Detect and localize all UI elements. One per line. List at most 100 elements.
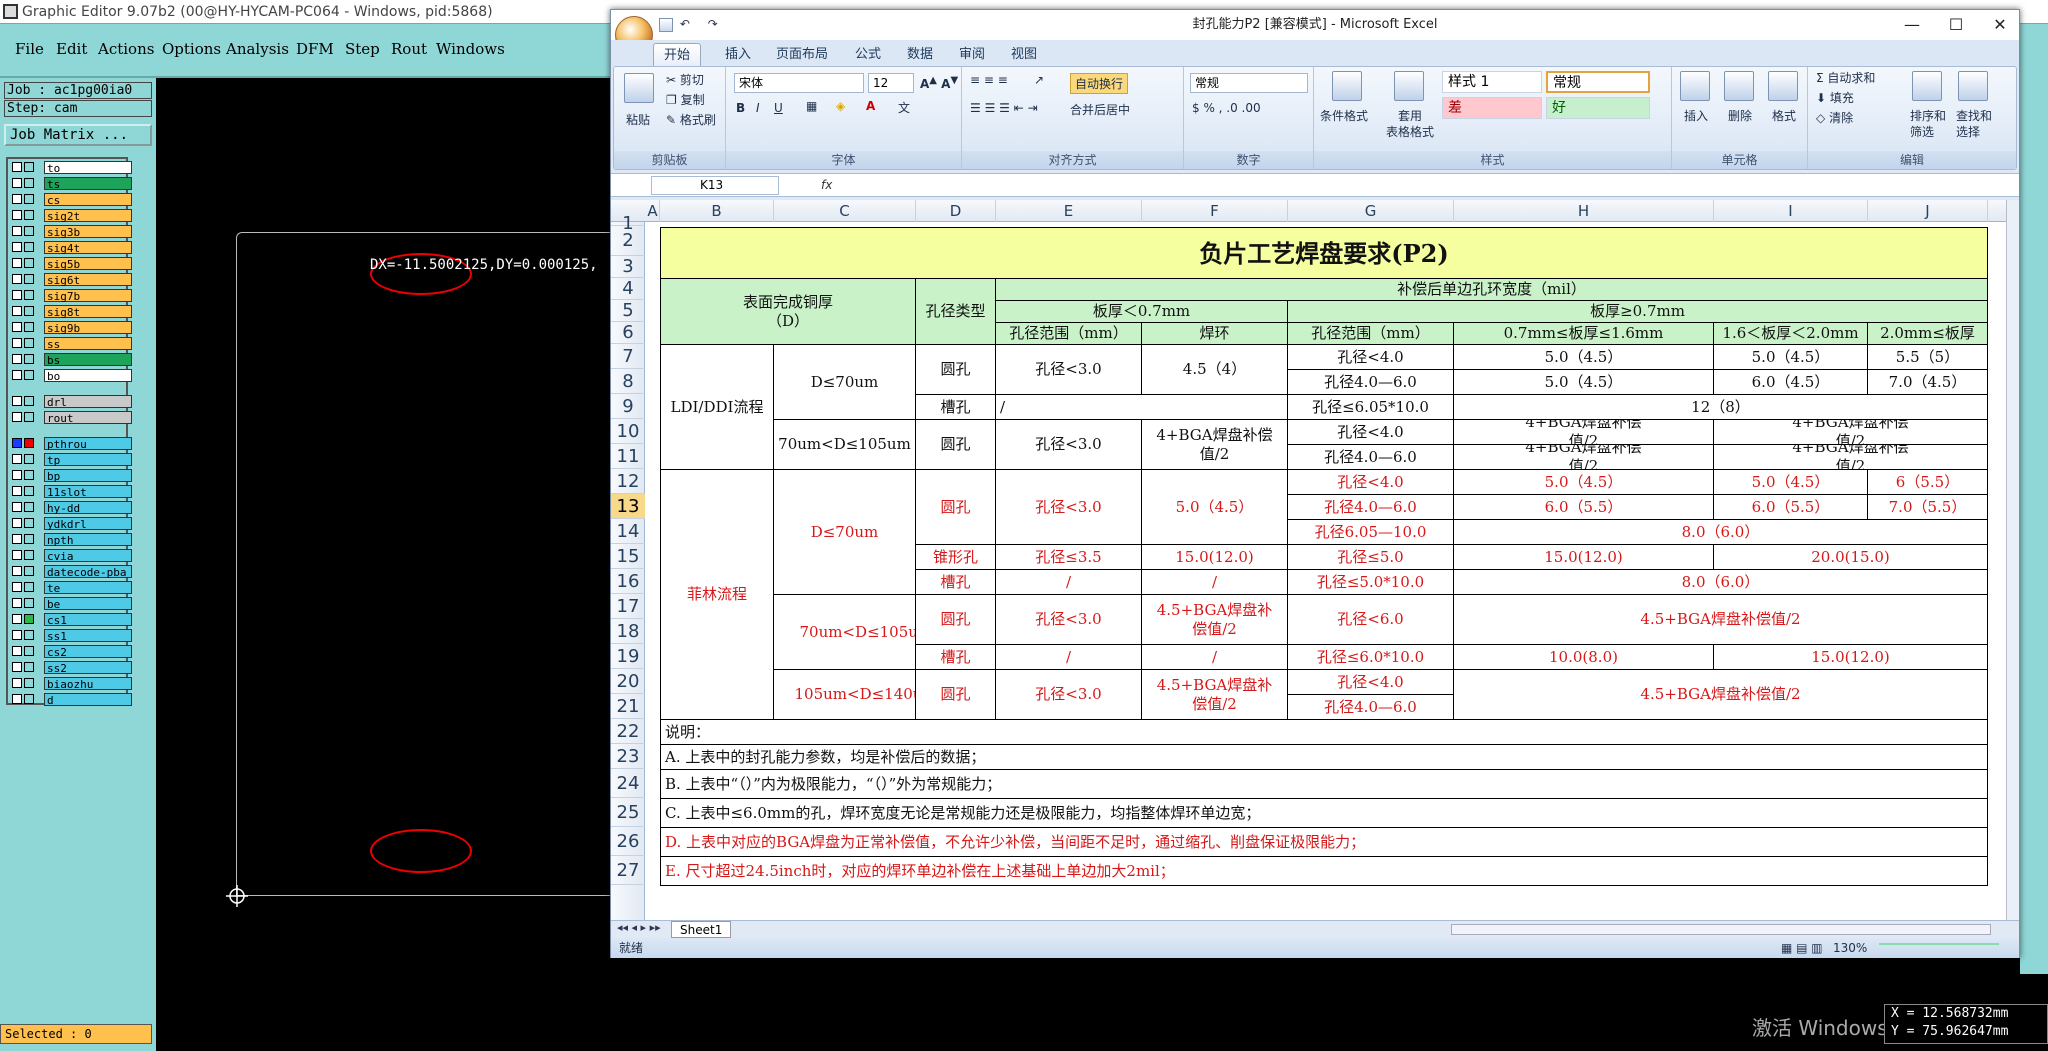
cell-r-bga-wide[interactable]: 4.5+BGA焊盘补偿值/2	[1454, 595, 1988, 645]
cell-r-lt30[interactable]: 孔径<3.0	[996, 595, 1142, 645]
layer-checkbox[interactable]	[12, 662, 22, 672]
row-header-19[interactable]: 19	[611, 644, 645, 669]
layer-checkbox[interactable]	[12, 290, 22, 300]
layer-row-ss1[interactable]: ss1	[10, 629, 132, 643]
cell-r-150b[interactable]: 15.0(12.0)	[1454, 545, 1714, 570]
cell-h-ge[interactable]: 板厚≥0.7mm	[1288, 301, 1988, 323]
row-header-25[interactable]: 25	[611, 798, 645, 827]
row-header-14[interactable]: 14	[611, 519, 645, 544]
layer-checkbox[interactable]	[12, 258, 22, 268]
cell-r-s60[interactable]: 孔径≤6.0*10.0	[1288, 645, 1454, 670]
layer-checkbox[interactable]	[12, 226, 22, 236]
style-1-cell[interactable]: 样式 1	[1442, 71, 1542, 93]
row-header-24[interactable]: 24	[611, 769, 645, 798]
delete-cells-icon[interactable]	[1724, 71, 1754, 101]
layer-name[interactable]: hy-dd	[44, 501, 132, 515]
cell-r-slot[interactable]: 槽孔	[916, 570, 996, 595]
layer-row-ss2[interactable]: ss2	[10, 661, 132, 675]
layer-checkbox[interactable]	[12, 566, 22, 576]
cell-slash[interactable]: /	[996, 395, 1288, 420]
row-header-7[interactable]: 7	[611, 344, 645, 369]
layer-checkbox[interactable]	[12, 518, 22, 528]
column-header-G[interactable]: G	[1288, 200, 1454, 222]
sheet-tab-sheet1[interactable]: Sheet1	[671, 921, 732, 938]
layer-row-sig9b[interactable]: sig9b	[10, 321, 132, 335]
find-select-label-2[interactable]: 选择	[1956, 123, 1980, 140]
cell-note-h[interactable]: 说明：	[660, 720, 1988, 745]
cell-v50[interactable]: 5.0（4.5）	[1714, 345, 1868, 370]
format-painter-button[interactable]: ✎ 格式刷	[666, 111, 716, 128]
layer-row-npth[interactable]: npth	[10, 533, 132, 547]
layer-name[interactable]: tp	[44, 453, 132, 467]
layer-row-sig2t[interactable]: sig2t	[10, 209, 132, 223]
layer-row-11slot[interactable]: 11slot	[10, 485, 132, 499]
row-header-9[interactable]: 9	[611, 394, 645, 419]
menu-options[interactable]: Options	[162, 40, 221, 58]
cell-slash[interactable]: /	[996, 645, 1142, 670]
column-header-C[interactable]: C	[774, 200, 916, 222]
menu-edit[interactable]: Edit	[56, 40, 87, 58]
cell-r-round[interactable]: 圆孔	[916, 670, 996, 720]
layer-checkbox[interactable]	[12, 486, 22, 496]
layer-name[interactable]: cs	[44, 193, 132, 207]
close-button[interactable]: ✕	[1985, 14, 2015, 36]
row-header-22[interactable]: 22	[611, 719, 645, 744]
cell-slash[interactable]: /	[1142, 570, 1288, 595]
cell-r-slot[interactable]: 槽孔	[916, 645, 996, 670]
cell-s605[interactable]: 孔径≤6.05*10.0	[1288, 395, 1454, 420]
layer-row-sig6t[interactable]: sig6t	[10, 273, 132, 287]
layer-row-hy-dd[interactable]: hy-dd	[10, 501, 132, 515]
layer-checkbox[interactable]	[12, 470, 22, 480]
cell-r-6055b[interactable]: 6.0（5.5）	[1714, 495, 1868, 520]
cell-title[interactable]: 负片工艺焊盘要求(P2)	[660, 227, 1988, 279]
layer-name[interactable]: cs2	[44, 645, 132, 659]
cell-r-lt30[interactable]: 孔径<3.0	[996, 470, 1142, 545]
cell-round[interactable]: 圆孔	[916, 420, 996, 470]
row-header-17[interactable]: 17	[611, 594, 645, 619]
cell-h-t3[interactable]: 2.0mm≤板厚	[1868, 323, 1988, 345]
layer-checkbox[interactable]	[12, 178, 22, 188]
cell-h-cu[interactable]: 表面完成铜厚（D）	[660, 279, 916, 345]
layer-checkbox[interactable]	[12, 646, 22, 656]
style-bad-cell[interactable]: 差	[1442, 97, 1542, 119]
cell-lt30[interactable]: 孔径<3.0	[996, 345, 1142, 395]
layer-name[interactable]: sig5b	[44, 257, 132, 271]
cell-slash[interactable]: /	[1142, 645, 1288, 670]
cell-r-80b[interactable]: 8.0（6.0）	[1454, 570, 1988, 595]
layer-checkbox[interactable]	[12, 438, 22, 448]
cell-slash[interactable]: /	[996, 570, 1142, 595]
layer-name[interactable]: cvia	[44, 549, 132, 563]
row-header-20[interactable]: 20	[611, 669, 645, 694]
layer-name[interactable]: npth	[44, 533, 132, 547]
cell-lt40[interactable]: 孔径<4.0	[1288, 345, 1454, 370]
row-header-16[interactable]: 16	[611, 569, 645, 594]
cell-v50[interactable]: 5.0（4.5）	[1454, 345, 1714, 370]
cell-note-d[interactable]: D. 上表中对应的BGA焊盘为正常补偿值，不允许少补偿，当间距不足时，通过缩孔、…	[660, 828, 1988, 857]
layer-name[interactable]: 11slot	[44, 485, 132, 499]
fill-button[interactable]: ⬇ 填充	[1816, 89, 1854, 106]
tab-page-layout[interactable]: 页面布局	[766, 43, 838, 66]
cell-lt40[interactable]: 孔径<4.0	[1288, 420, 1454, 445]
layer-checkbox[interactable]	[12, 614, 22, 624]
cell-r-le50[interactable]: 孔径≤5.0	[1288, 545, 1454, 570]
layer-row-tp[interactable]: tp	[10, 453, 132, 467]
layer-row-to[interactable]: to	[10, 161, 132, 175]
layer-row-d[interactable]: d	[10, 693, 132, 707]
format-cells-button[interactable]: 格式	[1772, 107, 1796, 124]
layer-name[interactable]: biaozhu	[44, 677, 132, 691]
layer-name[interactable]: ydkdrl	[44, 517, 132, 531]
cell-r-4060[interactable]: 孔径4.0—6.0	[1288, 695, 1454, 720]
cell-lt30[interactable]: 孔径<3.0	[996, 420, 1142, 470]
cell-r-200[interactable]: 20.0(15.0)	[1714, 545, 1988, 570]
tab-review[interactable]: 审阅	[949, 43, 995, 66]
column-header-D[interactable]: D	[916, 200, 996, 222]
layer-checkbox[interactable]	[12, 694, 22, 704]
wrap-text-button[interactable]: 自动换行	[1070, 73, 1129, 94]
layer-checkbox[interactable]	[12, 598, 22, 608]
bold-button[interactable]: B	[736, 101, 745, 115]
layer-row-drl[interactable]: drl	[10, 395, 132, 409]
row-header-5[interactable]: 5	[611, 300, 645, 322]
align-left-icon[interactable]: ☰ ☰ ☰ ⇤ ⇥	[970, 101, 1038, 115]
menu-actions[interactable]: Actions	[98, 40, 154, 58]
delete-cells-button[interactable]: 删除	[1728, 107, 1752, 124]
